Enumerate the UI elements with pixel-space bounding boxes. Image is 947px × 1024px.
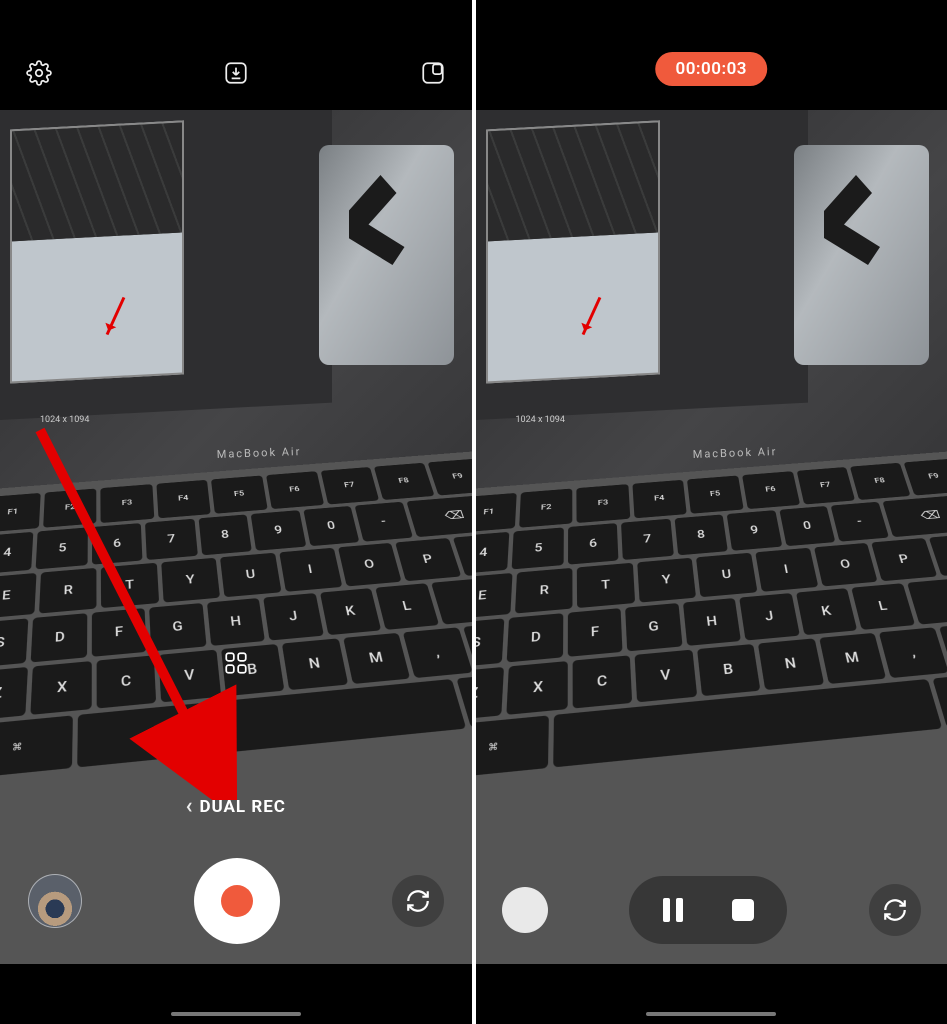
phone-right-recording: 00:00:03 1024 x 1094 MacBook Air F1F2F3F…: [476, 0, 947, 1024]
gallery-thumbnail-button[interactable]: [28, 874, 82, 928]
switch-camera-button[interactable]: [869, 884, 921, 936]
camera-viewfinder[interactable]: 1024 x 1094 MacBook Air F1F2F3F4F5F6F7F8…: [476, 110, 947, 964]
pause-stop-group: [629, 876, 787, 944]
dual-screenshot-container: 1024 x 1094 MacBook Air F1F2F3F4F5F6F7F8…: [0, 0, 947, 1024]
record-shutter-button[interactable]: [194, 858, 280, 944]
settings-icon[interactable]: [24, 58, 54, 88]
pause-icon: [663, 898, 683, 922]
pause-button[interactable]: [643, 886, 703, 934]
snapshot-button[interactable]: [502, 887, 548, 933]
bottom-controls: DUAL REC: [0, 794, 472, 964]
pip-front-camera-overlay[interactable]: [794, 145, 929, 365]
home-indicator[interactable]: [646, 1012, 776, 1016]
recording-timer-pill: 00:00:03: [655, 52, 767, 86]
download-icon[interactable]: [221, 58, 251, 88]
record-indicator-icon: [221, 885, 253, 917]
home-indicator[interactable]: [171, 1012, 301, 1016]
timer-text: 00:00:03: [675, 59, 747, 79]
stop-icon: [732, 899, 754, 921]
filters-grid-icon[interactable]: [223, 650, 249, 676]
laptop-model-label: MacBook Air: [692, 445, 777, 461]
mode-text: DUAL REC: [199, 797, 286, 817]
camera-mode-label[interactable]: DUAL REC: [186, 794, 286, 819]
laptop-model-label: MacBook Air: [217, 445, 302, 461]
phone-left-prerecord: 1024 x 1094 MacBook Air F1F2F3F4F5F6F7F8…: [0, 0, 472, 1024]
pip-front-camera-overlay[interactable]: [319, 145, 454, 365]
switch-camera-button[interactable]: [392, 875, 444, 927]
image-dimensions: 1024 x 1094: [516, 415, 565, 425]
recording-controls: [476, 876, 947, 944]
image-dimensions: 1024 x 1094: [40, 415, 89, 425]
top-toolbar: [0, 48, 472, 98]
pip-layout-icon[interactable]: [418, 58, 448, 88]
stop-button[interactable]: [713, 886, 773, 934]
